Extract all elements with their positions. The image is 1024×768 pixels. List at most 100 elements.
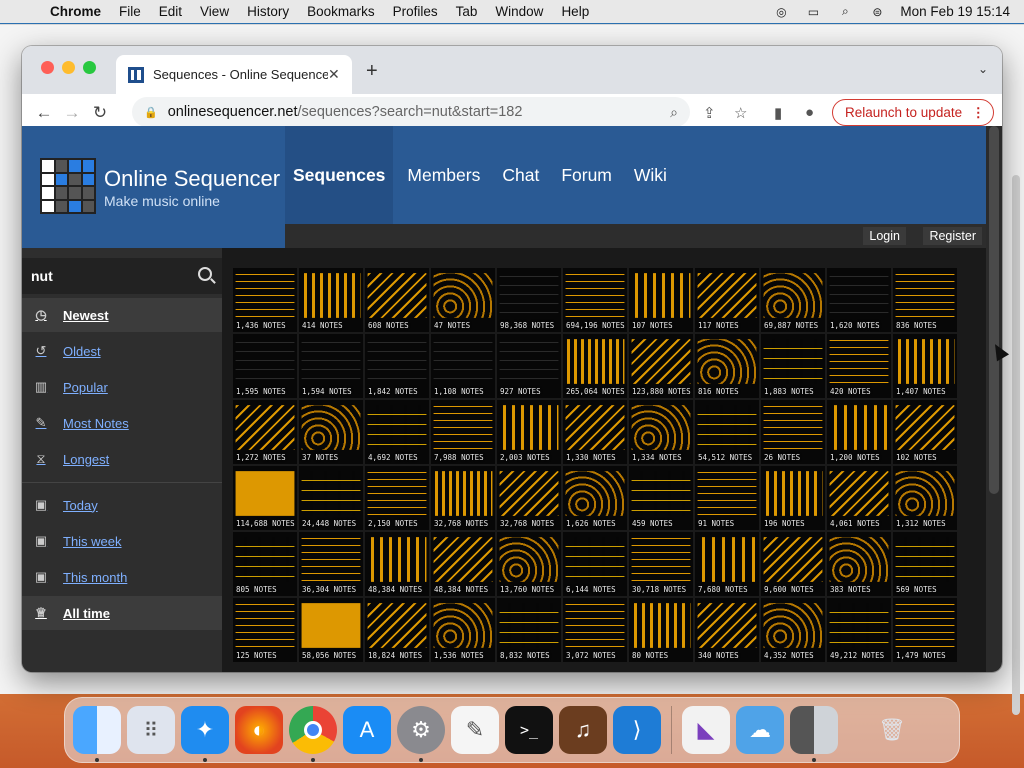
- sequence-thumbnail[interactable]: 608 NOTES: [365, 268, 429, 332]
- sequence-thumbnail[interactable]: 125 NOTES: [233, 598, 297, 662]
- sequence-thumbnail[interactable]: 1,842 NOTES: [365, 334, 429, 398]
- safari-icon[interactable]: ✦: [181, 706, 229, 762]
- garageband-icon[interactable]: ♫: [559, 706, 607, 754]
- page-scrollbar[interactable]: [986, 126, 1002, 672]
- sequence-thumbnail[interactable]: 420 NOTES: [827, 334, 891, 398]
- sequence-thumbnail[interactable]: 1,330 NOTES: [563, 400, 627, 464]
- sequence-thumbnail[interactable]: 414 NOTES: [299, 268, 363, 332]
- sequence-thumbnail[interactable]: 8,832 NOTES: [497, 598, 561, 662]
- site-logo-area[interactable]: Online Sequencer Make music online: [22, 126, 285, 248]
- nav-wiki[interactable]: Wiki: [626, 126, 675, 224]
- sequence-thumbnail[interactable]: 340 NOTES: [695, 598, 759, 662]
- nav-chat[interactable]: Chat: [494, 126, 547, 224]
- sequence-thumbnail[interactable]: 805 NOTES: [233, 532, 297, 596]
- side-panel-icon[interactable]: ▮: [774, 104, 782, 122]
- sequence-thumbnail[interactable]: 569 NOTES: [893, 532, 957, 596]
- screen-mirroring-icon[interactable]: ▭: [804, 5, 822, 19]
- sort-longest[interactable]: ⧖ Longest: [22, 442, 222, 476]
- sequence-thumbnail[interactable]: 2,150 NOTES: [365, 466, 429, 530]
- sequence-thumbnail[interactable]: 4,692 NOTES: [365, 400, 429, 464]
- sequence-thumbnail[interactable]: 196 NOTES: [761, 466, 825, 530]
- sequence-thumbnail[interactable]: 47 NOTES: [431, 268, 495, 332]
- sequence-thumbnail[interactable]: 1,595 NOTES: [233, 334, 297, 398]
- minimize-window-button[interactable]: [62, 61, 75, 74]
- sequence-thumbnail[interactable]: 7,988 NOTES: [431, 400, 495, 464]
- sequence-thumbnail[interactable]: 117 NOTES: [695, 268, 759, 332]
- menu-window[interactable]: Window: [495, 4, 543, 19]
- sequence-thumbnail[interactable]: 69,887 NOTES: [761, 268, 825, 332]
- sequence-thumbnail[interactable]: 32,768 NOTES: [497, 466, 561, 530]
- sequence-thumbnail[interactable]: 1,334 NOTES: [629, 400, 693, 464]
- control-center-icon[interactable]: ⊜: [868, 5, 886, 19]
- finder-window-icon[interactable]: [790, 706, 838, 762]
- sequence-thumbnail[interactable]: 1,536 NOTES: [431, 598, 495, 662]
- close-tab-icon[interactable]: ✕: [328, 66, 344, 83]
- sequence-thumbnail[interactable]: 24,448 NOTES: [299, 466, 363, 530]
- sequence-thumbnail[interactable]: 54,512 NOTES: [695, 400, 759, 464]
- reload-icon[interactable]: ↻: [86, 103, 114, 123]
- visual-studio-icon[interactable]: ◣: [682, 706, 730, 754]
- profile-avatar-icon[interactable]: ●: [805, 104, 814, 121]
- search-input[interactable]: nut: [22, 258, 222, 294]
- address-bar[interactable]: 🔒 onlinesequencer.net/sequences?search=n…: [132, 97, 690, 127]
- sequence-thumbnail[interactable]: 114,688 NOTES: [233, 466, 297, 530]
- relaunch-to-update-button[interactable]: Relaunch to update ⋮: [832, 99, 994, 126]
- sequence-thumbnail[interactable]: 37 NOTES: [299, 400, 363, 464]
- sequence-thumbnail[interactable]: 1,436 NOTES: [233, 268, 297, 332]
- fingerprint-icon[interactable]: ◎: [772, 5, 790, 19]
- sequence-thumbnail[interactable]: 36,304 NOTES: [299, 532, 363, 596]
- chrome-icon[interactable]: [289, 706, 337, 762]
- scrollbar-thumb[interactable]: [989, 126, 999, 494]
- finder-icon[interactable]: [73, 706, 121, 762]
- period-today[interactable]: ▣ Today: [22, 488, 222, 522]
- menu-view[interactable]: View: [200, 4, 229, 19]
- sequence-thumbnail[interactable]: 98,368 NOTES: [497, 268, 561, 332]
- sequence-thumbnail[interactable]: 9,600 NOTES: [761, 532, 825, 596]
- back-arrow-icon[interactable]: ←: [30, 103, 58, 123]
- spotlight-search-icon[interactable]: ⌕: [836, 4, 854, 19]
- fullscreen-window-button[interactable]: [83, 61, 96, 74]
- sequence-thumbnail[interactable]: 927 NOTES: [497, 334, 561, 398]
- menu-clock[interactable]: Mon Feb 19 15:14: [900, 4, 1010, 19]
- sequence-thumbnail[interactable]: 1,626 NOTES: [563, 466, 627, 530]
- sort-popular[interactable]: ▥ Popular: [22, 370, 222, 404]
- close-window-button[interactable]: [41, 61, 54, 74]
- menu-edit[interactable]: Edit: [159, 4, 182, 19]
- sequence-thumbnail[interactable]: 26 NOTES: [761, 400, 825, 464]
- terminal-icon[interactable]: >_: [505, 706, 553, 754]
- zoom-icon[interactable]: ⌕: [670, 104, 678, 121]
- sequence-thumbnail[interactable]: 1,108 NOTES: [431, 334, 495, 398]
- sequence-thumbnail[interactable]: 48,384 NOTES: [365, 532, 429, 596]
- sequence-thumbnail[interactable]: 1,883 NOTES: [761, 334, 825, 398]
- login-button[interactable]: Login: [863, 227, 906, 245]
- menu-history[interactable]: History: [247, 4, 289, 19]
- sequence-thumbnail[interactable]: 91 NOTES: [695, 466, 759, 530]
- app-store-icon[interactable]: A: [343, 706, 391, 754]
- sequence-thumbnail[interactable]: 459 NOTES: [629, 466, 693, 530]
- sequence-thumbnail[interactable]: 383 NOTES: [827, 532, 891, 596]
- menu-profiles[interactable]: Profiles: [393, 4, 438, 19]
- sort-most-notes[interactable]: ✎ Most Notes: [22, 406, 222, 440]
- share-icon[interactable]: ⇪: [703, 104, 716, 122]
- menu-bookmarks[interactable]: Bookmarks: [307, 4, 375, 19]
- sort-oldest[interactable]: ↺ Oldest: [22, 334, 222, 368]
- sequence-thumbnail[interactable]: 3,072 NOTES: [563, 598, 627, 662]
- menu-file[interactable]: File: [119, 4, 141, 19]
- trash-icon[interactable]: 🗑: [868, 706, 916, 754]
- sequence-thumbnail[interactable]: 18,824 NOTES: [365, 598, 429, 662]
- sequence-thumbnail[interactable]: 58,056 NOTES: [299, 598, 363, 662]
- bookmark-star-icon[interactable]: ☆: [734, 104, 747, 122]
- sequence-thumbnail[interactable]: 4,061 NOTES: [827, 466, 891, 530]
- period-all-time[interactable]: ♕ All time: [22, 596, 222, 630]
- more-menu-icon[interactable]: ⋮: [972, 105, 986, 121]
- system-settings-icon[interactable]: ⚙: [397, 706, 445, 762]
- sequence-thumbnail[interactable]: 836 NOTES: [893, 268, 957, 332]
- nav-forum[interactable]: Forum: [553, 126, 620, 224]
- sequence-thumbnail[interactable]: 107 NOTES: [629, 268, 693, 332]
- textedit-icon[interactable]: ✎: [451, 706, 499, 754]
- sequence-thumbnail[interactable]: 32,768 NOTES: [431, 466, 495, 530]
- sequence-thumbnail[interactable]: 102 NOTES: [893, 400, 957, 464]
- period-this-month[interactable]: ▣ This month: [22, 560, 222, 594]
- forward-arrow-icon[interactable]: →: [58, 103, 86, 123]
- vscode-icon[interactable]: ⟩: [613, 706, 661, 754]
